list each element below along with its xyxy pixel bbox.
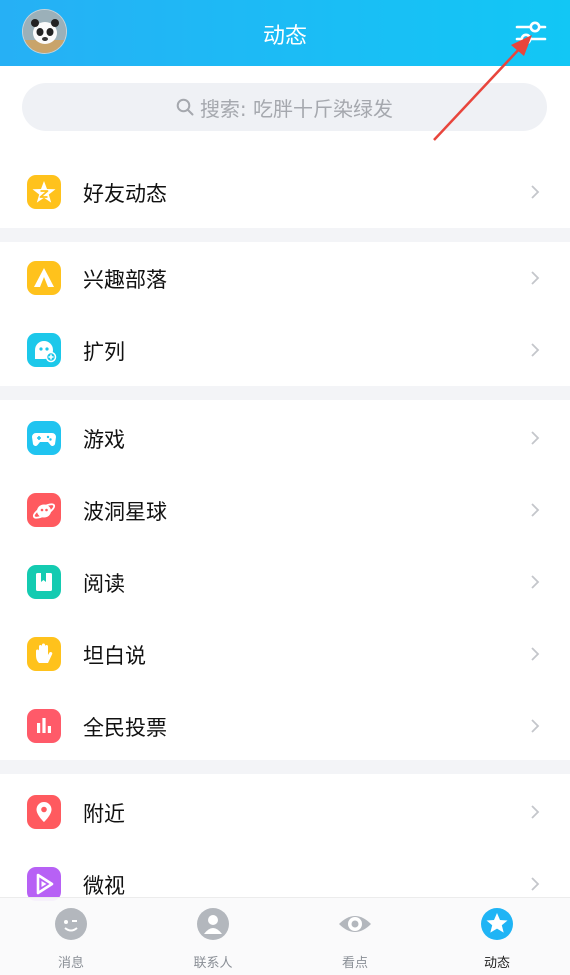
annotation-arrow [433,35,532,141]
app-screen: 动态 搜索: 吃胖十斤染绿发 好友动态 兴趣部落 扩列 游戏 波洞星球 阅读 坦… [0,0,570,975]
